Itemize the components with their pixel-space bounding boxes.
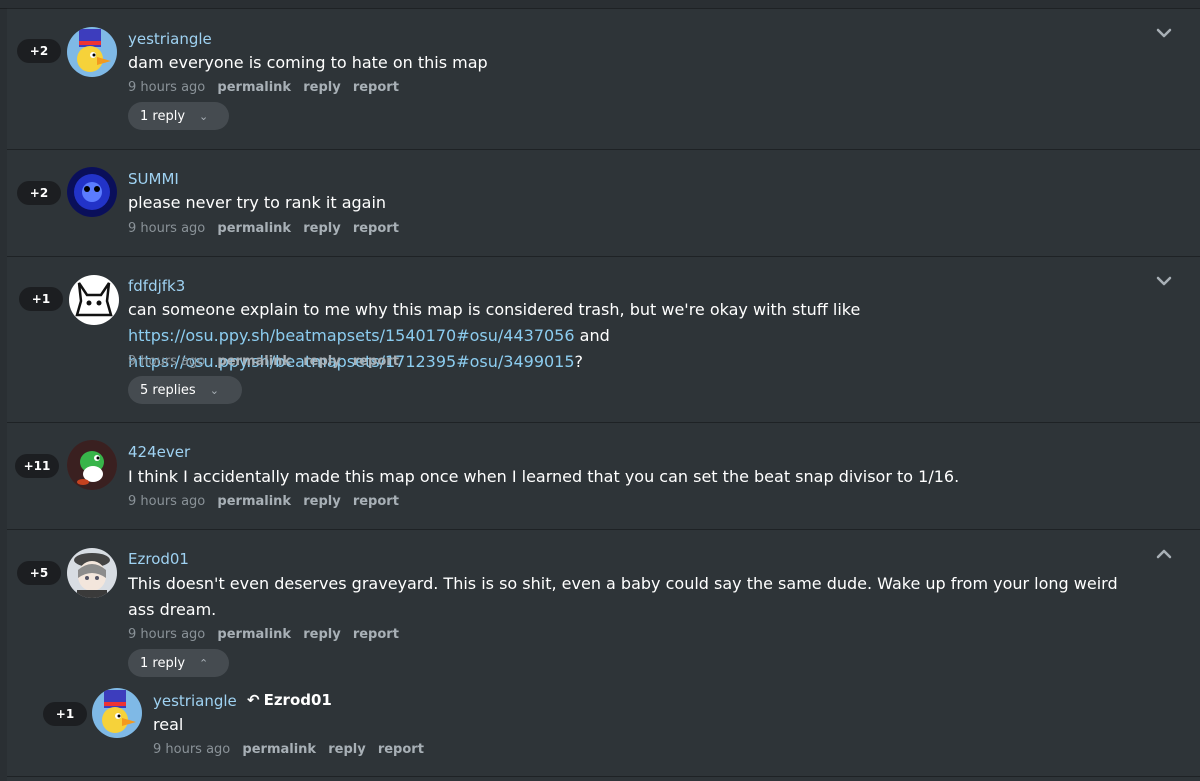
chevron-down-icon: ⌄ bbox=[199, 109, 209, 123]
permalink-link[interactable]: permalink bbox=[217, 627, 291, 642]
vote-button[interactable]: +2 bbox=[17, 181, 61, 205]
avatar[interactable] bbox=[67, 167, 117, 217]
avatar-image bbox=[67, 548, 117, 598]
chevron-down-icon: ⌄ bbox=[209, 383, 219, 397]
collapse-chevron-down-icon[interactable] bbox=[1154, 23, 1174, 43]
permalink-link[interactable]: permalink bbox=[217, 80, 291, 95]
replies-label: 1 reply bbox=[140, 108, 186, 124]
comment-time: 9 hours ago bbox=[128, 221, 206, 236]
reply-link[interactable]: reply bbox=[303, 494, 340, 509]
avatar[interactable] bbox=[69, 275, 119, 325]
comment-item: +11 424ever I think I accidentally made … bbox=[7, 422, 1200, 529]
report-link[interactable]: report bbox=[353, 221, 399, 236]
replies-label: 1 reply bbox=[140, 655, 186, 671]
comment-item: +2 SUMMI please never try to rank it aga… bbox=[7, 149, 1200, 256]
comment-username[interactable]: yestriangle bbox=[128, 30, 212, 48]
comment-time: 9 hours ago bbox=[128, 494, 206, 509]
beatmap-link[interactable]: https://osu.ppy.sh/beatmapsets/1540170#o… bbox=[128, 326, 575, 345]
comment-time: 9 hours ago bbox=[128, 80, 206, 95]
permalink-link[interactable]: permalink bbox=[217, 221, 291, 236]
avatar[interactable] bbox=[67, 27, 117, 77]
comment-text: I think I accidentally made this map onc… bbox=[128, 467, 960, 486]
comment-meta: 9 hours ago permalink reply report bbox=[128, 80, 407, 95]
avatar-image bbox=[67, 27, 117, 77]
hide-replies-button[interactable]: 1 reply ⌃ bbox=[128, 649, 229, 677]
permalink-link[interactable]: permalink bbox=[242, 742, 316, 757]
comment-username[interactable]: SUMMI bbox=[128, 170, 179, 188]
comment-item-partial bbox=[7, 776, 1200, 781]
avatar-image bbox=[69, 275, 119, 325]
reply-time: 9 hours ago bbox=[153, 742, 231, 757]
comment-text-part: can someone explain to me why this map i… bbox=[128, 300, 861, 319]
avatar-image bbox=[67, 167, 117, 217]
comment-text: dam everyone is coming to hate on this m… bbox=[128, 53, 488, 72]
comment-meta: 9 hours ago permalink reply report bbox=[128, 221, 407, 236]
report-link[interactable]: report bbox=[353, 80, 399, 95]
reply-meta: 9 hours ago permalink reply report bbox=[153, 742, 432, 757]
comment-username[interactable]: fdfdjfk3 bbox=[128, 277, 185, 295]
vote-button[interactable]: +5 bbox=[17, 561, 61, 585]
report-link[interactable]: report bbox=[353, 627, 399, 642]
comment-text-part: and bbox=[574, 326, 610, 345]
reply-to-user[interactable]: ↶ Ezrod01 bbox=[247, 691, 332, 709]
comment-meta: 9 hours ago permalink reply report bbox=[128, 627, 407, 642]
comment-item: +5 Ezrod01 This doesn't even deserves gr… bbox=[7, 529, 1200, 776]
chevron-up-icon: ⌃ bbox=[199, 656, 209, 670]
avatar-image bbox=[92, 688, 142, 738]
show-replies-button[interactable]: 5 replies ⌄ bbox=[128, 376, 242, 404]
comment-meta: 9 hours ago permalink reply report bbox=[128, 354, 407, 369]
comment-username[interactable]: 424ever bbox=[128, 443, 190, 461]
avatar-image bbox=[67, 440, 117, 490]
comment-text-part: ? bbox=[574, 352, 584, 371]
comment-text: This doesn't even deserves graveyard. Th… bbox=[128, 574, 1118, 619]
vote-button[interactable]: +1 bbox=[19, 287, 63, 311]
show-replies-button[interactable]: 1 reply ⌄ bbox=[128, 102, 229, 130]
report-link[interactable]: report bbox=[353, 494, 399, 509]
avatar[interactable] bbox=[67, 440, 117, 490]
reply-username[interactable]: yestriangle bbox=[153, 692, 237, 710]
collapse-chevron-down-icon[interactable] bbox=[1154, 271, 1174, 291]
permalink-link[interactable]: permalink bbox=[217, 354, 291, 369]
comment-item: +2 yestriangle dam everyone is coming to… bbox=[7, 8, 1200, 149]
comment-time: 9 hours ago bbox=[128, 627, 206, 642]
comment-meta: 9 hours ago permalink reply report bbox=[128, 494, 407, 509]
reply-arrow-icon: ↶ bbox=[247, 691, 260, 709]
vote-button[interactable]: +2 bbox=[17, 39, 61, 63]
comment-username[interactable]: Ezrod01 bbox=[128, 550, 189, 568]
reply-text: real bbox=[153, 715, 184, 734]
reply-link[interactable]: reply bbox=[303, 80, 340, 95]
vote-button[interactable]: +1 bbox=[43, 702, 87, 726]
vote-button[interactable]: +11 bbox=[15, 454, 59, 478]
replies-label: 5 replies bbox=[140, 382, 196, 398]
reply-link[interactable]: reply bbox=[303, 354, 340, 369]
avatar[interactable] bbox=[67, 548, 117, 598]
comment-time: 9 hours ago bbox=[128, 354, 206, 369]
reply-link[interactable]: reply bbox=[328, 742, 365, 757]
report-link[interactable]: report bbox=[353, 354, 399, 369]
collapse-chevron-up-icon[interactable] bbox=[1154, 544, 1174, 564]
avatar[interactable] bbox=[92, 688, 142, 738]
comment-item: +1 fdfdjfk3 can someone explain to me wh… bbox=[7, 256, 1200, 422]
comment-text: please never try to rank it again bbox=[128, 193, 387, 212]
reply-link[interactable]: reply bbox=[303, 627, 340, 642]
report-link[interactable]: report bbox=[378, 742, 424, 757]
reply-to-username: Ezrod01 bbox=[263, 691, 332, 709]
reply-link[interactable]: reply bbox=[303, 221, 340, 236]
permalink-link[interactable]: permalink bbox=[217, 494, 291, 509]
